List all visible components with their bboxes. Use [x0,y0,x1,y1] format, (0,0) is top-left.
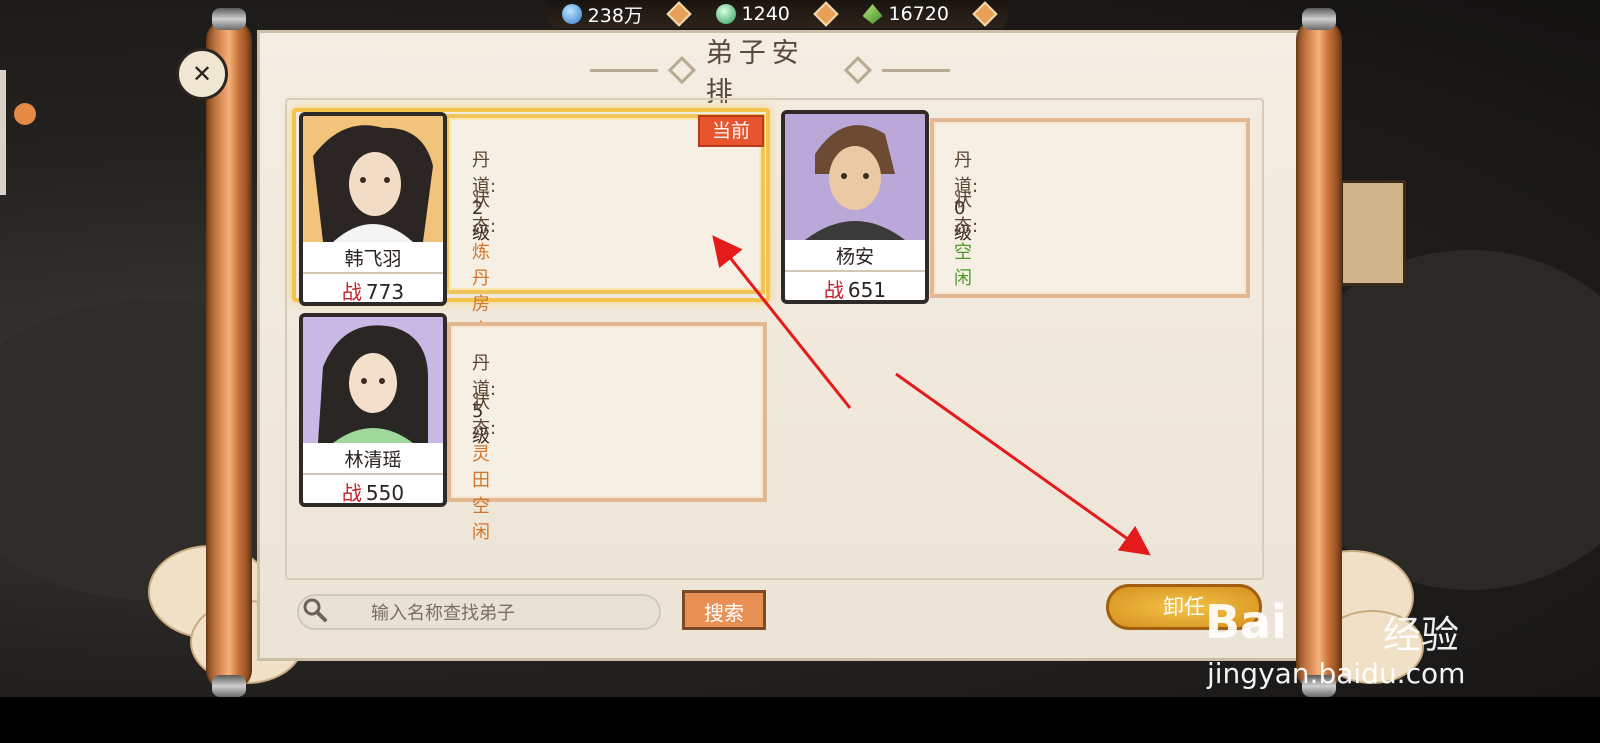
power-label: 战 [341,481,362,505]
disciple-name: 韩飞羽 [344,248,402,270]
disciple-power: 战 651 [785,270,925,302]
search-input[interactable] [369,598,653,628]
portrait-art [303,116,443,242]
disciple-portrait: 杨安 战 651 [781,110,929,304]
disciple-portrait: 林清瑶 战 550 [299,313,447,507]
resource-jade: 1240 [715,3,790,25]
add-resource-icon[interactable] [972,1,999,27]
title-divider [881,68,951,72]
panel-header: 弟子安排 [590,38,951,108]
portrait-art [303,317,443,443]
current-badge: 当前 [698,115,764,147]
resource-value: 16720 [888,3,949,25]
status-label: 状态: [954,190,979,237]
status-value: 灵田空闲 [472,444,490,543]
power-value: 550 [365,481,405,505]
power-value: 651 [847,278,887,302]
status-label: 状态: [472,392,497,439]
right-side-sign [1340,180,1406,286]
jade-icon [715,4,736,24]
portrait-art [785,114,925,240]
add-resource-icon[interactable] [666,1,692,27]
resource-value: 238万 [587,4,643,27]
power-value: 773 [365,280,405,304]
disciple-name: 林清瑶 [344,449,402,471]
status-value: 空闲 [954,242,972,289]
status-line: 状态: 灵田空闲 [472,388,496,544]
disciple-power: 战 550 [303,473,443,505]
resource-herb: 16720 [862,3,949,25]
disciple-name: 杨安 [835,246,874,268]
herb-icon [862,4,883,24]
left-edge-tab[interactable] [0,70,6,195]
status-line: 状态: 空闲 [954,186,978,290]
title-divider [590,68,659,72]
roller-cap [212,675,246,697]
scroll-roller-left [206,20,252,690]
resource-spirit-stone: 238万 [561,1,643,28]
search-button[interactable]: 搜索 [682,590,766,630]
power-label: 战 [341,280,362,304]
watermark-url: jingyan.baidu.com [1207,657,1466,690]
close-icon[interactable]: ✕ [176,48,228,100]
status-label: 状态: [472,190,497,237]
disciple-portrait: 韩飞羽 战 773 [299,112,447,306]
resource-bar: 238万 1240 16720 [548,0,1008,28]
watermark-text: 经验 [1383,613,1460,657]
title-ornament-icon [844,55,873,85]
title-ornament-icon [667,55,696,85]
search-box[interactable] [297,594,661,630]
left-edge-orb [14,103,36,125]
bottom-black-bar [0,697,1600,743]
resource-value: 1240 [741,3,790,25]
search-icon[interactable] [300,595,330,625]
watermark-logo: Bai [1205,595,1287,649]
disciple-power: 战 773 [303,272,443,304]
add-resource-icon[interactable] [813,1,839,27]
scroll-roller-right [1296,20,1342,690]
spirit-stone-icon [561,4,582,24]
power-label: 战 [823,278,844,302]
roller-cap [212,8,246,30]
roller-cap [1302,8,1336,30]
